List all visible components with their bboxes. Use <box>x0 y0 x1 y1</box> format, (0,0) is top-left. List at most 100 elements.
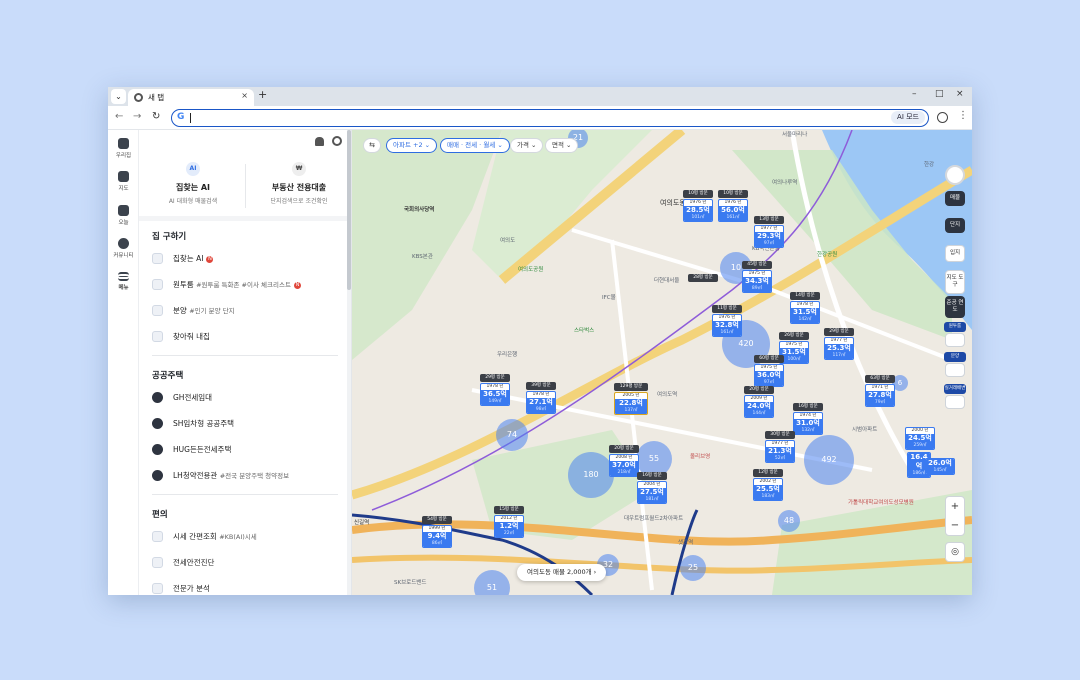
visit-tag: 28평 방문 <box>688 274 718 282</box>
price-marker[interactable]: 13평 방문 1977 년 29.3억 97㎡ <box>754 216 784 248</box>
price-marker[interactable]: 29평 방문 1977 년 25.3억 117㎡ <box>824 328 854 360</box>
price-marker[interactable]: 15평 방문 2012 년 1.2억 22㎡ <box>494 506 524 538</box>
listing-count-pill[interactable]: 여의도동 매물 2,000개 › <box>517 564 607 581</box>
price-marker[interactable]: 12평 방문 2002 년 25.5억 183㎡ <box>753 469 783 501</box>
tool-map-tools[interactable]: 지도 도구 <box>945 270 965 294</box>
price-marker[interactable]: 26.0억 145㎡ <box>925 457 955 475</box>
chip-price[interactable]: 가격 ⌄ <box>510 138 544 153</box>
listing-cluster[interactable]: 25 <box>680 555 706 581</box>
price: 22.8억 <box>615 399 647 408</box>
tab-close-icon[interactable]: × <box>241 91 248 100</box>
forward-button[interactable]: → <box>133 111 141 122</box>
tool-presale-icon[interactable] <box>945 363 965 377</box>
price-marker[interactable]: 63평 방문 1971 년 27.8억 79㎡ <box>865 375 895 407</box>
gear-icon[interactable] <box>332 136 342 146</box>
lh-logo-icon <box>152 470 163 481</box>
menu-item-label: LH청약전용관 <box>173 471 218 480</box>
tab-title: 새 탭 <box>148 93 165 102</box>
reload-button[interactable]: ↻ <box>152 111 160 122</box>
tool-deal-icon[interactable] <box>945 395 965 409</box>
price-card: 2012 년 1.2억 22㎡ <box>494 515 524 538</box>
zoom-out-button[interactable]: − <box>946 516 964 535</box>
tool-complex[interactable]: 단지 <box>945 218 965 233</box>
rail-community[interactable]: 커뮤니티 <box>108 238 139 259</box>
price-marker[interactable]: 11평 방문 1976 년 32.8억 161㎡ <box>712 305 742 337</box>
ai-mode-button[interactable]: AI 모드 <box>891 111 925 124</box>
rail-map[interactable]: 지도 <box>108 171 139 192</box>
rail-menu[interactable]: 메뉴 <box>108 272 139 291</box>
address-bar[interactable]: G AI 모드 <box>171 109 929 127</box>
new-tab-button[interactable]: + <box>258 88 267 101</box>
locate-button[interactable]: ◎ <box>945 542 965 562</box>
price-card: 1975 년 36.0억 97㎡ <box>754 364 784 387</box>
rail-today[interactable]: 오늘 <box>108 205 139 226</box>
rail-home[interactable]: 우리집 <box>108 138 139 159</box>
map-label: 샛강역 <box>678 540 694 546</box>
price-marker[interactable]: 16평 방문 2004 년 27.5억 181㎡ <box>637 472 667 504</box>
close-window-button[interactable]: × <box>956 89 964 99</box>
bell-icon[interactable] <box>315 137 324 146</box>
browser-toolbar: ← → ↻ G AI 모드 ⋮ <box>108 106 972 130</box>
price-marker[interactable]: 20평 방문 2008 년 37.0억 218㎡ <box>609 445 639 477</box>
panel-scrollbar-thumb[interactable] <box>347 130 351 290</box>
price-marker[interactable]: 129평 방문 2005 년 22.8억 137㎡ <box>614 383 648 415</box>
tool-land[interactable]: 입지 <box>945 245 965 262</box>
price-marker[interactable]: 14평 방문 1978 년 31.5억 142㎡ <box>790 292 820 324</box>
listing-cluster[interactable]: 74 <box>496 419 528 451</box>
feature-ai-search[interactable]: AI 집찾는 AI AI 대화형 매물검색 <box>141 162 245 205</box>
user-avatar[interactable] <box>945 165 965 185</box>
map-view[interactable]: 국회의사당역 여의도 여의도동 더현대서울 IFC몰 여의도공원 한강 여의나루… <box>352 130 972 595</box>
chip-property-type[interactable]: 아파트 +2 ⌄ <box>386 138 438 153</box>
browser-menu-icon[interactable]: ⋮ <box>958 110 968 121</box>
price-marker[interactable]: 54평 방문 1999 년 9.4억 86㎡ <box>422 516 452 548</box>
price-marker[interactable]: 45평 방문 1975 년 34.3억 89㎡ <box>742 261 772 293</box>
chat-icon <box>118 238 129 249</box>
map-label: SK브로드밴드 <box>394 580 427 586</box>
price-marker[interactable]: 16평 방문 1974 년 31.0억 132㎡ <box>793 403 823 435</box>
map-label: 한강 <box>924 162 935 168</box>
visit-tag: 11평 방문 <box>712 305 742 313</box>
calendar-icon <box>118 205 129 216</box>
price-card: 1977 년 21.3억 52㎡ <box>765 440 795 463</box>
price-marker[interactable]: 20평 방문 2009 년 24.0억 144㎡ <box>744 386 774 418</box>
visit-tag: 26평 방문 <box>779 332 809 340</box>
price-marker[interactable]: 30평 방문 1977 년 21.3억 52㎡ <box>765 431 795 463</box>
tool-year-built[interactable]: 준공 연도 <box>945 296 965 318</box>
feature-subtitle: 단지검색으로 조건확인 <box>270 198 328 205</box>
filter-toggle-button[interactable]: ⇆ <box>363 138 381 153</box>
price-marker[interactable]: 28평 방문 <box>688 274 718 282</box>
listing-cluster[interactable]: 492 <box>804 435 854 485</box>
profile-icon[interactable] <box>937 112 948 123</box>
badge-presale[interactable]: 분양 <box>944 352 966 362</box>
area: 181㎡ <box>638 497 666 503</box>
listing-cluster[interactable]: 180 <box>568 452 614 498</box>
price-marker[interactable]: 10평 방문 1976 년 56.0억 161㎡ <box>718 190 748 222</box>
feature-loan[interactable]: ₩ 부동산 전용대출 단지검색으로 조건확인 <box>247 162 351 205</box>
price-marker[interactable]: 60평 방문 1975 년 36.0억 97㎡ <box>754 355 784 387</box>
price-marker[interactable]: 10평 방문 1976 년 28.5억 101㎡ <box>683 190 713 222</box>
price-marker[interactable]: 39평 방문 1978 년 27.1억 98㎡ <box>526 382 556 414</box>
badge-one-two-room[interactable]: 원투룸 <box>944 322 966 332</box>
browser-tab[interactable]: 새 탭 × <box>128 89 254 106</box>
menu-item-tag: #인기 분양 단지 <box>189 307 235 315</box>
price-marker[interactable]: 2000 년 24.5억 259㎡ <box>905 426 935 450</box>
tool-room-icon[interactable] <box>945 333 965 347</box>
tool-sale[interactable]: 매물 <box>945 191 965 206</box>
maximize-button[interactable]: □ <box>935 89 944 99</box>
tab-search-button[interactable]: ⌄ <box>111 89 126 104</box>
chip-area[interactable]: 면적 ⌄ <box>545 138 579 153</box>
back-button[interactable]: ← <box>115 111 123 122</box>
price-card: 1978 년 27.1억 98㎡ <box>526 391 556 414</box>
price: 24.0억 <box>745 402 773 411</box>
area: 145㎡ <box>926 468 954 474</box>
area: 142㎡ <box>791 317 819 323</box>
section-title-convenience: 편의 <box>152 510 168 520</box>
minimize-button[interactable]: – <box>912 89 917 99</box>
price-marker[interactable]: 29평 방문 1978 년 36.5억 149㎡ <box>480 374 510 406</box>
listing-cluster[interactable]: 48 <box>778 510 800 532</box>
badge-real-deal[interactable]: 실거래배변 <box>944 384 966 394</box>
map-label: 여의도역 <box>657 392 678 398</box>
zoom-in-button[interactable]: + <box>946 497 964 516</box>
rail-home-label: 우리집 <box>115 153 132 159</box>
chip-deal-type[interactable]: 매매 · 전세 · 월세 ⌄ <box>440 138 510 153</box>
